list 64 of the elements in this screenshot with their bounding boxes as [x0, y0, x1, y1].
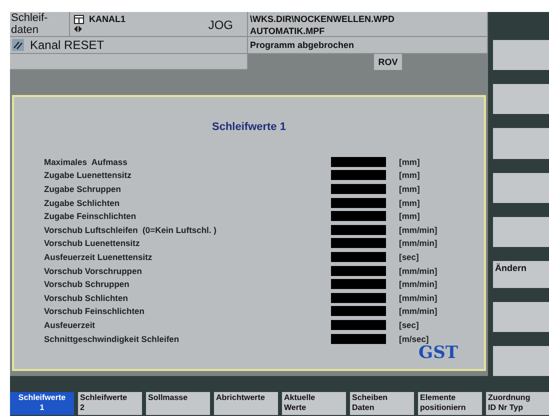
- blank-softkey[interactable]: [493, 216, 549, 248]
- softkey-tab[interactable]: Zuordnung ID Nr Typ: [486, 392, 549, 415]
- value-field[interactable]: [331, 306, 386, 316]
- softkey-tab[interactable]: Sollmasse: [146, 392, 210, 415]
- unit-label: [mm]: [399, 211, 421, 222]
- unit-label: [mm]: [399, 156, 421, 167]
- value-field[interactable]: [331, 224, 386, 235]
- value-field[interactable]: [331, 292, 386, 303]
- area-label: Schleif- daten: [10, 12, 70, 37]
- channel-name: KANAL1: [89, 14, 126, 24]
- value-field[interactable]: [331, 238, 386, 248]
- parameter-label: Maximales Aufmass: [44, 156, 128, 167]
- unit-label: [mm]: [399, 184, 421, 194]
- parameter-label: Schnittgeschwindigkeit Schleifen: [44, 334, 180, 344]
- panel-title: Schleifwerte 1: [212, 121, 286, 133]
- softkey-tab[interactable]: Abrichtwerte: [214, 392, 278, 415]
- parameter-label: Zugabe Schlichten: [44, 198, 121, 208]
- value-field[interactable]: [331, 184, 386, 194]
- parameter-label: Vorschub Luftschleifen (0=Kein Luftschl. ): [44, 224, 218, 235]
- softkey-tab[interactable]: Schleifwerte 2: [78, 392, 142, 415]
- unit-label: [mm/min]: [399, 266, 438, 276]
- value-field[interactable]: [331, 320, 386, 330]
- parameter-label: Vorschub Schlichten: [44, 292, 129, 303]
- reset-icon: [12, 39, 24, 51]
- parameter-label: Zugabe Feinschlichten: [44, 211, 138, 222]
- softkey-tab[interactable]: Scheiben Daten: [350, 392, 414, 415]
- parameter-label: Vorschub Vorschruppen: [44, 266, 143, 276]
- unit-label: [mm/min]: [399, 306, 438, 316]
- window-icon: [74, 14, 84, 24]
- softkey-tab[interactable]: Aktuelle Werte: [282, 392, 346, 415]
- parameter-label: Zugabe Schruppen: [44, 184, 122, 194]
- parameter-label: Zugabe Luenettensitz: [44, 170, 132, 180]
- parameter-label: Vorschub Schruppen: [44, 279, 130, 290]
- value-field[interactable]: [331, 170, 386, 180]
- unit-label: [m/sec]: [399, 334, 430, 344]
- unit-label: [mm/min]: [399, 224, 438, 235]
- value-field[interactable]: [331, 252, 386, 262]
- softkey-tab[interactable]: Elemente positioniern: [418, 392, 482, 415]
- value-field[interactable]: [331, 198, 386, 208]
- parameter-label: Ausfeuerzeit: [44, 320, 96, 330]
- unit-label: [sec]: [399, 320, 420, 330]
- unit-label: [sec]: [399, 252, 420, 262]
- diamond-icon: [74, 25, 82, 33]
- unit-label: [mm/min]: [399, 238, 438, 248]
- value-field[interactable]: [331, 279, 386, 290]
- value-field[interactable]: [331, 211, 386, 222]
- value-field[interactable]: [331, 334, 386, 344]
- program-file: AUTOMATIK.MPF: [250, 25, 326, 37]
- logo: GST: [418, 343, 458, 363]
- unit-label: [mm/min]: [399, 279, 438, 290]
- unit-label: [mm]: [399, 198, 421, 208]
- channel-status: Kanal RESET: [30, 38, 104, 52]
- parameter-label: Vorschub Luenettensitz: [44, 238, 141, 248]
- program-path: \WKS.DIR\NOCKENWELLEN.WPD: [250, 13, 396, 25]
- unit-label: [mm]: [399, 170, 421, 180]
- mode-label: JOG: [208, 18, 233, 32]
- parameter-label: Ausfeuerzeit Luenettensitz: [44, 252, 154, 262]
- unit-label: [mm/min]: [399, 292, 438, 303]
- value-field[interactable]: [331, 156, 386, 167]
- parameter-label: Vorschub Feinschlichten: [44, 306, 146, 316]
- softkey[interactable]: Ändern: [493, 261, 549, 288]
- override-indicator: ROV: [374, 54, 402, 70]
- softkey-tab[interactable]: Schleifwerte 1: [10, 392, 74, 415]
- value-field[interactable]: [331, 266, 386, 276]
